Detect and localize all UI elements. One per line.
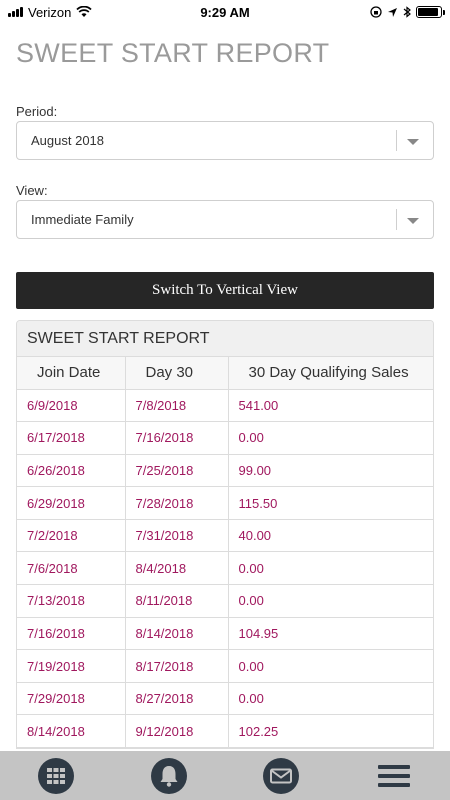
table-row[interactable]: 7/13/2018 8/11/2018 0.00 <box>17 584 433 618</box>
notifications-nav-button[interactable] <box>149 756 189 796</box>
join-date-cell: 7/13/2018 <box>17 584 126 618</box>
menu-nav-button[interactable] <box>374 756 414 796</box>
day-30-cell: 8/27/2018 <box>125 682 229 716</box>
table-header-row: Join Date Day 30 30 Day Qualifying Sales <box>17 357 433 390</box>
qualifying-sales-cell: 541.00 <box>228 389 433 423</box>
status-time: 9:29 AM <box>200 4 250 20</box>
day-30-cell: 9/12/2018 <box>125 714 229 749</box>
qualifying-sales-cell: 40.00 <box>228 519 433 553</box>
qualifying-sales-cell: 0.00 <box>228 421 433 455</box>
grid-icon <box>38 757 75 794</box>
day-30-cell: 7/28/2018 <box>125 486 229 520</box>
mail-icon <box>263 757 300 794</box>
join-date-cell: 6/29/2018 <box>17 486 126 520</box>
period-value: August 2018 <box>31 133 105 148</box>
day-30-cell: 7/16/2018 <box>125 421 229 455</box>
switch-vertical-view-button[interactable]: Switch To Vertical View <box>16 272 434 309</box>
chevron-down-icon <box>407 139 419 145</box>
wifi-icon <box>76 6 93 17</box>
rotation-lock-icon <box>370 6 382 18</box>
day-30-cell: 7/25/2018 <box>125 454 229 488</box>
join-date-cell: 7/16/2018 <box>17 617 126 651</box>
view-value: Immediate Family <box>31 212 134 227</box>
table-row[interactable]: 8/14/2018 9/12/2018 102.25 <box>17 714 433 749</box>
period-select[interactable]: August 2018 <box>16 121 434 160</box>
qualifying-sales-cell: 104.95 <box>228 617 433 651</box>
chevron-down-icon <box>407 218 419 224</box>
bell-icon <box>150 757 187 794</box>
day-30-cell: 7/31/2018 <box>125 519 229 553</box>
battery-icon <box>416 6 445 18</box>
report-table: Join Date Day 30 30 Day Qualifying Sales… <box>17 357 433 749</box>
qualifying-sales-cell: 0.00 <box>228 551 433 586</box>
join-date-cell: 7/6/2018 <box>17 551 126 586</box>
qualifying-sales-cell: 0.00 <box>228 649 433 683</box>
day-30-cell: 8/11/2018 <box>125 584 229 618</box>
table-row[interactable]: 7/29/2018 8/27/2018 0.00 <box>17 682 433 716</box>
period-label: Period: <box>16 104 58 119</box>
qualifying-sales-cell: 102.25 <box>228 714 433 749</box>
select-divider <box>396 209 397 230</box>
battery-fill <box>418 8 438 16</box>
table-row[interactable]: 7/2/2018 7/31/2018 40.00 <box>17 519 433 553</box>
join-date-cell: 7/29/2018 <box>17 682 126 716</box>
table-row[interactable]: 6/9/2018 7/8/2018 541.00 <box>17 389 433 423</box>
day-30-cell: 8/4/2018 <box>125 551 229 586</box>
page-title: SWEET START REPORT <box>16 38 330 68</box>
qualifying-sales-cell: 99.00 <box>228 454 433 488</box>
signal-icon <box>8 7 23 17</box>
table-row[interactable]: 7/16/2018 8/14/2018 104.95 <box>17 617 433 651</box>
column-header-day-30[interactable]: Day 30 <box>125 357 229 390</box>
report-title: SWEET START REPORT <box>17 321 433 357</box>
view-select[interactable]: Immediate Family <box>16 200 434 239</box>
column-header-qualifying-sales[interactable]: 30 Day Qualifying Sales <box>228 357 433 390</box>
bottom-nav <box>0 751 450 800</box>
qualifying-sales-cell: 0.00 <box>228 682 433 716</box>
menu-icon <box>377 764 410 787</box>
qualifying-sales-cell: 115.50 <box>228 486 433 520</box>
grid-nav-button[interactable] <box>36 756 76 796</box>
table-row[interactable]: 6/17/2018 7/16/2018 0.00 <box>17 421 433 455</box>
table-row[interactable]: 6/29/2018 7/28/2018 115.50 <box>17 486 433 520</box>
join-date-cell: 7/2/2018 <box>17 519 126 553</box>
view-label: View: <box>16 183 48 198</box>
carrier-name: Verizon <box>28 4 72 20</box>
join-date-cell: 6/17/2018 <box>17 421 126 455</box>
status-left: Verizon <box>8 4 93 20</box>
join-date-cell: 6/26/2018 <box>17 454 126 488</box>
join-date-cell: 6/9/2018 <box>17 389 126 423</box>
status-right <box>370 6 445 18</box>
day-30-cell: 7/8/2018 <box>125 389 229 423</box>
select-divider <box>396 130 397 151</box>
bluetooth-icon <box>403 6 411 18</box>
join-date-cell: 7/19/2018 <box>17 649 126 683</box>
table-row[interactable]: 7/19/2018 8/17/2018 0.00 <box>17 649 433 683</box>
join-date-cell: 8/14/2018 <box>17 714 126 749</box>
qualifying-sales-cell: 0.00 <box>228 584 433 618</box>
report-panel: SWEET START REPORT Join Date Day 30 30 D… <box>16 320 434 750</box>
day-30-cell: 8/14/2018 <box>125 617 229 651</box>
mail-nav-button[interactable] <box>261 756 301 796</box>
status-bar: Verizon 9:29 AM <box>0 0 450 24</box>
column-header-join-date[interactable]: Join Date <box>17 357 126 390</box>
day-30-cell: 8/17/2018 <box>125 649 229 683</box>
table-row[interactable]: 7/6/2018 8/4/2018 0.00 <box>17 551 433 586</box>
location-icon <box>388 7 397 17</box>
table-body: 6/9/2018 7/8/2018 541.00 6/17/2018 7/16/2018… <box>17 389 433 749</box>
table-row[interactable]: 6/26/2018 7/25/2018 99.00 <box>17 454 433 488</box>
